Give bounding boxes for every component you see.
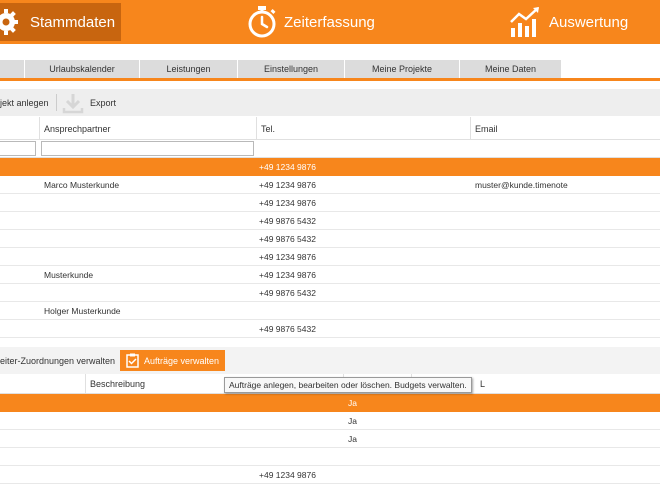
nav-zeiterfassung-label: Zeiterfassung — [284, 13, 375, 31]
table-row[interactable]: +49 1234 9876 — [0, 158, 660, 176]
export-button[interactable]: Export — [62, 89, 116, 116]
cell-tel: +49 1234 9876 — [259, 162, 316, 172]
tab-einstellungen[interactable]: Einstellungen — [238, 60, 345, 78]
table-row[interactable]: Holger Musterkunde — [0, 302, 660, 320]
auftraege-label: Aufträge verwalten — [144, 355, 220, 366]
toolbar: jekt anlegen Export — [0, 89, 660, 116]
sub-navigation: Urlaubskalender Leistungen Einstellungen… — [0, 60, 660, 78]
stopwatch-icon — [246, 5, 278, 39]
cell-tel: +49 1234 9876 — [259, 252, 316, 262]
cell-aktiv: Ja — [348, 434, 357, 444]
col-tel[interactable]: Tel. — [256, 117, 470, 140]
filter-first-column[interactable] — [0, 141, 36, 156]
col-ansprechpartner[interactable]: Ansprechpartner — [39, 117, 256, 140]
header-spacer — [0, 44, 660, 60]
col-email[interactable]: Email — [470, 117, 660, 140]
export-label: Export — [90, 97, 117, 108]
cell-tel: +49 1234 9876 — [259, 180, 316, 190]
filter-ansprechpartner[interactable] — [41, 141, 254, 156]
table-row[interactable]: +49 1234 9876 — [0, 466, 660, 484]
cell-ansprechpartner: Holger Musterkunde — [44, 306, 121, 316]
tabs-underline — [0, 78, 660, 81]
cell-tel: +49 1234 9876 — [259, 470, 316, 480]
nav-zeiterfassung[interactable]: Zeiterfassung — [246, 3, 375, 41]
nav-stammdaten[interactable]: Stammdaten — [0, 3, 121, 41]
chart-icon — [509, 6, 543, 38]
tab-previous[interactable] — [0, 60, 25, 78]
toolbar-divider — [56, 94, 57, 111]
zuordnungen-label: eiter-Zuordnungen verwalten — [0, 355, 116, 366]
auftraege-button[interactable]: Aufträge verwalten — [120, 350, 226, 371]
nav-auswertung[interactable]: Auswertung — [509, 3, 628, 41]
download-icon — [62, 92, 84, 114]
table-row[interactable]: Musterkunde +49 1234 9876 — [0, 266, 660, 284]
tab-meine-daten[interactable]: Meine Daten — [460, 60, 562, 78]
table-row[interactable]: Ja — [0, 412, 660, 430]
auftraege-tooltip: Aufträge anlegen, bearbeiten oder lösche… — [224, 377, 472, 393]
cell-ansprechpartner: Marco Musterkunde — [44, 180, 120, 190]
table-row[interactable]: +49 9876 5432 — [0, 230, 660, 248]
nav-stammdaten-label: Stammdaten — [30, 13, 116, 31]
zuordnungen-button[interactable]: eiter-Zuordnungen verwalten — [0, 350, 115, 371]
table1-filter-row — [0, 140, 660, 158]
section2-toolbar: eiter-Zuordnungen verwalten Aufträge ver… — [0, 347, 660, 374]
cell-email: muster@kunde.timenote — [475, 180, 568, 190]
gear-icon — [0, 9, 22, 35]
cell-tel: +49 9876 5432 — [259, 234, 316, 244]
projekt-anlegen-button[interactable]: jekt anlegen — [0, 89, 49, 116]
cell-aktiv: Ja — [348, 398, 357, 408]
table1-header: Ansprechpartner Tel. Email — [0, 117, 660, 140]
tab-leistungen[interactable]: Leistungen — [140, 60, 238, 78]
table-row[interactable] — [0, 448, 660, 466]
table-row[interactable]: Ja — [0, 430, 660, 448]
tab-meine-projekte[interactable]: Meine Projekte — [345, 60, 460, 78]
cell-tel: +49 1234 9876 — [259, 270, 316, 280]
cell-tel: +49 9876 5432 — [259, 288, 316, 298]
table-row[interactable]: Ja — [0, 394, 660, 412]
cell-tel: +49 9876 5432 — [259, 324, 316, 334]
cell-tel: +49 9876 5432 — [259, 216, 316, 226]
cell-tel: +49 1234 9876 — [259, 198, 316, 208]
table-row[interactable]: +49 9876 5432 — [0, 284, 660, 302]
nav-auswertung-label: Auswertung — [549, 13, 629, 31]
table-row[interactable]: +49 1234 9876 — [0, 248, 660, 266]
cell-aktiv: Ja — [348, 416, 357, 426]
top-navigation: Stammdaten Zeiterfassung Auswertung — [0, 0, 660, 44]
clipboard-icon — [126, 353, 139, 368]
table-row[interactable]: +49 9876 5432 — [0, 320, 660, 338]
tab-urlaubskalender[interactable]: Urlaubskalender — [25, 60, 140, 78]
table-row[interactable]: Marco Musterkunde +49 1234 9876 muster@kun… — [0, 176, 660, 194]
table-row[interactable]: +49 1234 9876 — [0, 194, 660, 212]
cell-ansprechpartner: Musterkunde — [44, 270, 94, 280]
table-row[interactable]: +49 9876 5432 — [0, 212, 660, 230]
projekt-anlegen-label: jekt anlegen — [0, 97, 49, 108]
